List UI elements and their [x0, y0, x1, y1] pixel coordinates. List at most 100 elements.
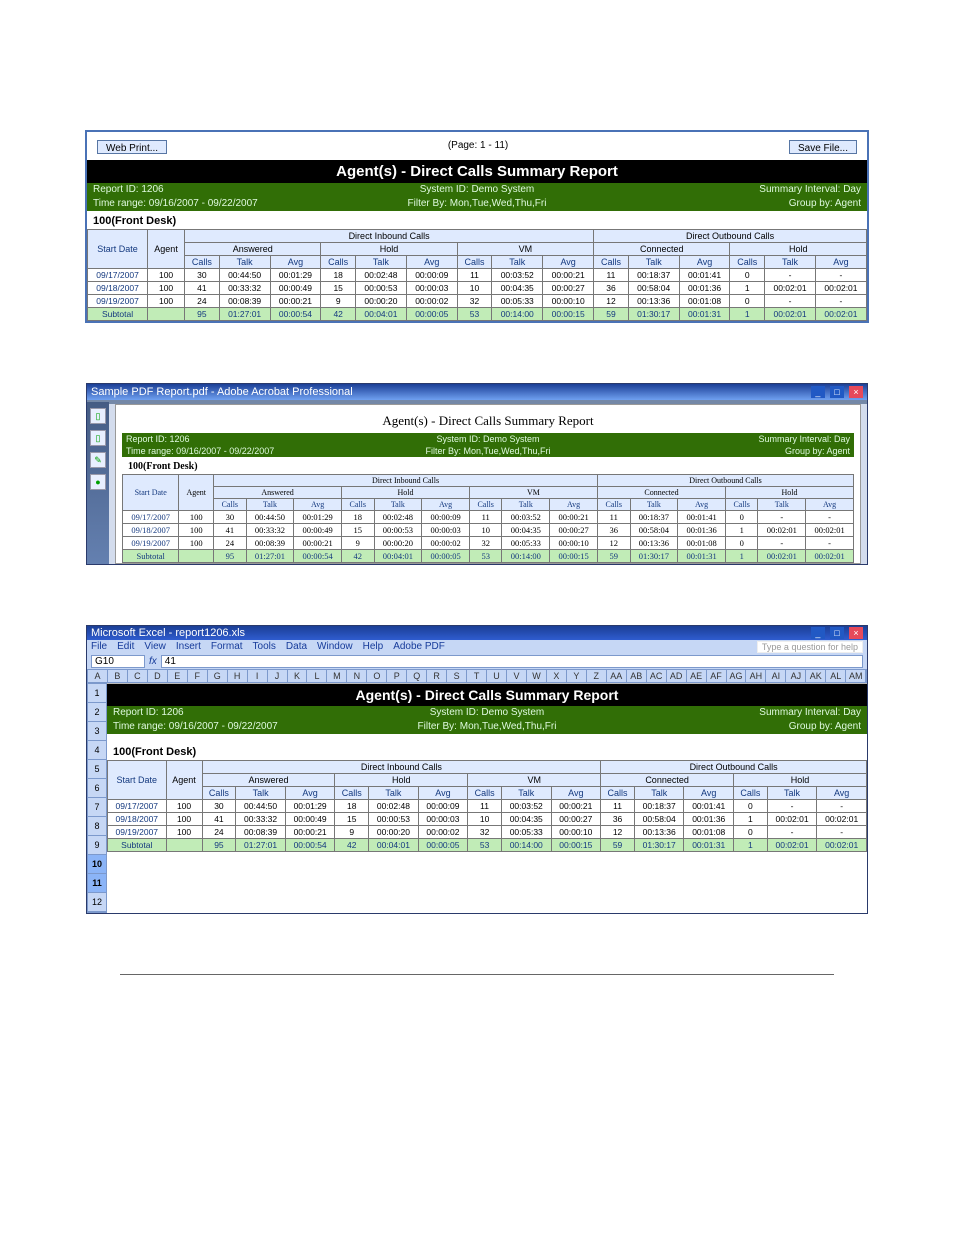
col-header[interactable]: AD [667, 670, 687, 682]
col-header[interactable]: X [547, 670, 567, 682]
subtotal-row: Subtotal 9501:27:0100:00:54 4200:04:0100… [108, 839, 867, 852]
row-header[interactable]: 1 [88, 684, 106, 703]
col-header[interactable]: Z [587, 670, 607, 682]
maximize-icon[interactable]: □ [830, 386, 844, 398]
attachments-panel-icon[interactable]: ● [90, 474, 106, 490]
menu-item[interactable]: Format [211, 641, 243, 653]
row-header[interactable]: 12 [88, 893, 106, 912]
col-header[interactable]: W [527, 670, 547, 682]
save-file-button[interactable]: Save File... [789, 140, 857, 154]
formula-input[interactable]: 41 [161, 655, 863, 668]
row-header[interactable]: 4 [88, 741, 106, 760]
close-icon[interactable]: × [849, 386, 863, 398]
col-header[interactable]: K [288, 670, 308, 682]
col-header[interactable]: AL [826, 670, 846, 682]
row-header[interactable]: 7 [88, 798, 106, 817]
menu-item[interactable]: Insert [176, 641, 201, 653]
col-header[interactable]: S [447, 670, 467, 682]
col-header[interactable]: I [248, 670, 268, 682]
minimize-icon[interactable]: _ [811, 386, 825, 398]
desk-header: 100(Front Desk) [122, 457, 854, 474]
desk-header: 100(Front Desk) [107, 742, 867, 760]
group-hold-out: Hold [730, 243, 867, 256]
maximize-icon[interactable]: □ [830, 627, 844, 639]
col-header[interactable]: B [108, 670, 128, 682]
signatures-panel-icon[interactable]: ✎ [90, 452, 106, 468]
spreadsheet-body: Agent(s) - Direct Calls Summary Report R… [107, 683, 867, 913]
col-header[interactable]: H [228, 670, 248, 682]
col-header[interactable]: G [208, 670, 228, 682]
col-header[interactable]: Y [567, 670, 587, 682]
row-header[interactable]: 11 [88, 874, 106, 893]
col-header[interactable]: AI [766, 670, 786, 682]
col-header[interactable]: N [347, 670, 367, 682]
close-icon[interactable]: × [849, 627, 863, 639]
web-print-button[interactable]: Web Print... [97, 140, 167, 154]
col-header[interactable]: P [387, 670, 407, 682]
col-header[interactable]: D [148, 670, 168, 682]
report-title: Agent(s) - Direct Calls Summary Report [87, 160, 867, 183]
table-group-2: Answered Hold VM Connected Hold [88, 243, 867, 256]
menu-item[interactable]: Adobe PDF [393, 641, 445, 653]
row-header[interactable]: 5 [88, 760, 106, 779]
table-row: 09/17/20071003000:44:5000:01:291800:02:4… [108, 800, 867, 813]
table-row: 09/19/20071002400:08:3900:00:21900:00:20… [108, 826, 867, 839]
col-header[interactable]: AC [647, 670, 667, 682]
col-header[interactable]: L [307, 670, 327, 682]
report-table: Start Date Agent Direct Inbound Calls Di… [122, 474, 854, 563]
pages-panel-icon[interactable]: ▯ [90, 408, 106, 424]
row-header[interactable]: 10 [88, 855, 106, 874]
menu-item[interactable]: View [144, 641, 166, 653]
page: Web Print... (Page: 1 - 11) Save File...… [0, 130, 954, 1005]
row-header[interactable]: 6 [88, 779, 106, 798]
row-header[interactable]: 2 [88, 703, 106, 722]
report-table: Start Date Agent Direct Inbound Calls Di… [107, 760, 867, 852]
col-header[interactable]: J [268, 670, 288, 682]
group-by: Group by: Agent [607, 197, 867, 211]
col-header[interactable]: A [88, 670, 108, 682]
acrobat-sidebar: ▯ ▯ ✎ ● [87, 402, 109, 564]
menu-item[interactable]: Tools [253, 641, 276, 653]
col-header[interactable]: F [188, 670, 208, 682]
group-inbound: Direct Inbound Calls [185, 230, 594, 243]
col-header[interactable]: AJ [786, 670, 806, 682]
minimize-icon[interactable]: _ [811, 627, 825, 639]
col-header[interactable]: T [467, 670, 487, 682]
column-headers: ABCDEFGHIJKLMNOPQRSTUVWXYZAAABACADAEAFAG… [87, 669, 867, 683]
menu-item[interactable]: File [91, 641, 107, 653]
col-header[interactable]: Q [407, 670, 427, 682]
menu-item[interactable]: Data [286, 641, 307, 653]
row-header[interactable]: 3 [88, 722, 106, 741]
menu-item[interactable]: Help [363, 641, 384, 653]
bookmarks-panel-icon[interactable]: ▯ [90, 430, 106, 446]
help-search-input[interactable]: Type a question for help [757, 641, 863, 653]
col-header[interactable]: C [128, 670, 148, 682]
col-header[interactable]: AG [727, 670, 747, 682]
col-header[interactable]: AM [846, 670, 866, 682]
row-header[interactable]: 8 [88, 817, 106, 836]
report-meta: Report ID: 1206 System ID: Demo System S… [87, 183, 867, 211]
fx-icon[interactable]: fx [149, 656, 157, 667]
col-header[interactable]: AK [806, 670, 826, 682]
report-title: Agent(s) - Direct Calls Summary Report [122, 409, 854, 433]
menu-item[interactable]: Window [317, 641, 353, 653]
name-box[interactable]: G10 [91, 655, 145, 668]
subtotal-row: Subtotal 9501:27:0100:00:54 4200:04:0100… [123, 550, 854, 563]
col-header[interactable]: E [168, 670, 188, 682]
col-header[interactable]: AH [746, 670, 766, 682]
table-row: 09/19/20071002400:08:3900:00:21900:00:20… [123, 537, 854, 550]
menu-item[interactable]: Edit [117, 641, 134, 653]
col-header[interactable]: M [327, 670, 347, 682]
col-header[interactable]: R [427, 670, 447, 682]
col-header[interactable]: V [507, 670, 527, 682]
col-header[interactable]: AB [627, 670, 647, 682]
col-header[interactable]: AF [707, 670, 727, 682]
col-header[interactable]: U [487, 670, 507, 682]
formula-bar: G10 fx 41 [87, 654, 867, 669]
col-header[interactable]: O [367, 670, 387, 682]
filter-by: Filter By: Mon,Tue,Wed,Thu,Fri [347, 197, 607, 211]
row-header[interactable]: 9 [88, 836, 106, 855]
col-header[interactable]: AA [607, 670, 627, 682]
table-row: 09/17/20071003000:44:5000:01:291800:02:4… [123, 511, 854, 524]
col-header[interactable]: AE [687, 670, 707, 682]
